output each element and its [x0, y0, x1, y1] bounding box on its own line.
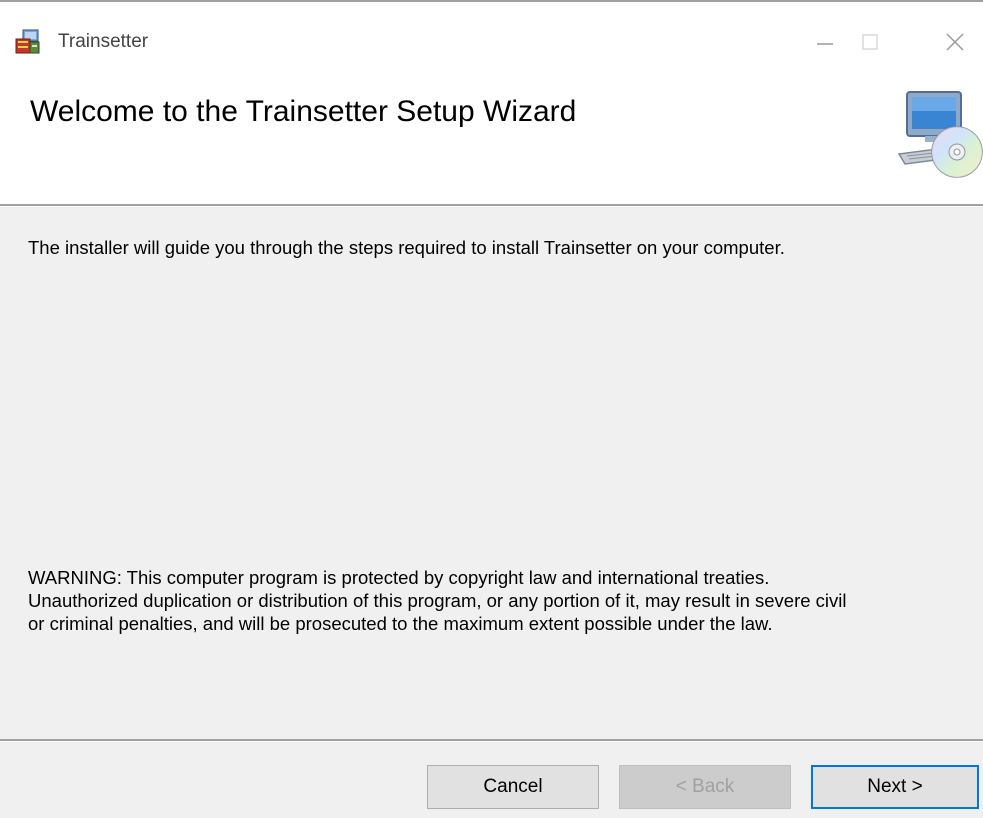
warning-line-3: or criminal penalties, and will be prose… — [28, 613, 773, 634]
next-button[interactable]: Next > — [811, 765, 979, 809]
minimize-icon[interactable] — [805, 22, 845, 62]
footer-divider — [0, 739, 983, 742]
window-title: Trainsetter — [58, 31, 149, 52]
warning-line-1: WARNING: This computer program is protec… — [28, 567, 770, 588]
intro-text: The installer will guide you through the… — [28, 237, 785, 258]
setup-wizard-window: Trainsetter Welcome to the Trainsetter S… — [0, 0, 983, 818]
copyright-warning: WARNING: This computer program is protec… — [28, 566, 978, 635]
close-icon[interactable] — [935, 22, 975, 62]
computer-with-cd-icon — [895, 88, 983, 180]
wizard-heading: Welcome to the Trainsetter Setup Wizard — [30, 95, 577, 128]
cancel-button[interactable]: Cancel — [427, 765, 599, 809]
maximize-icon[interactable] — [850, 22, 890, 62]
wizard-header-banner — [0, 70, 983, 205]
title-bar-edge — [0, 0, 983, 14]
back-button[interactable]: < Back — [619, 765, 791, 809]
warning-line-2: Unauthorized duplication or distribution… — [28, 590, 847, 611]
installer-package-icon — [14, 28, 42, 56]
header-divider — [0, 204, 983, 207]
